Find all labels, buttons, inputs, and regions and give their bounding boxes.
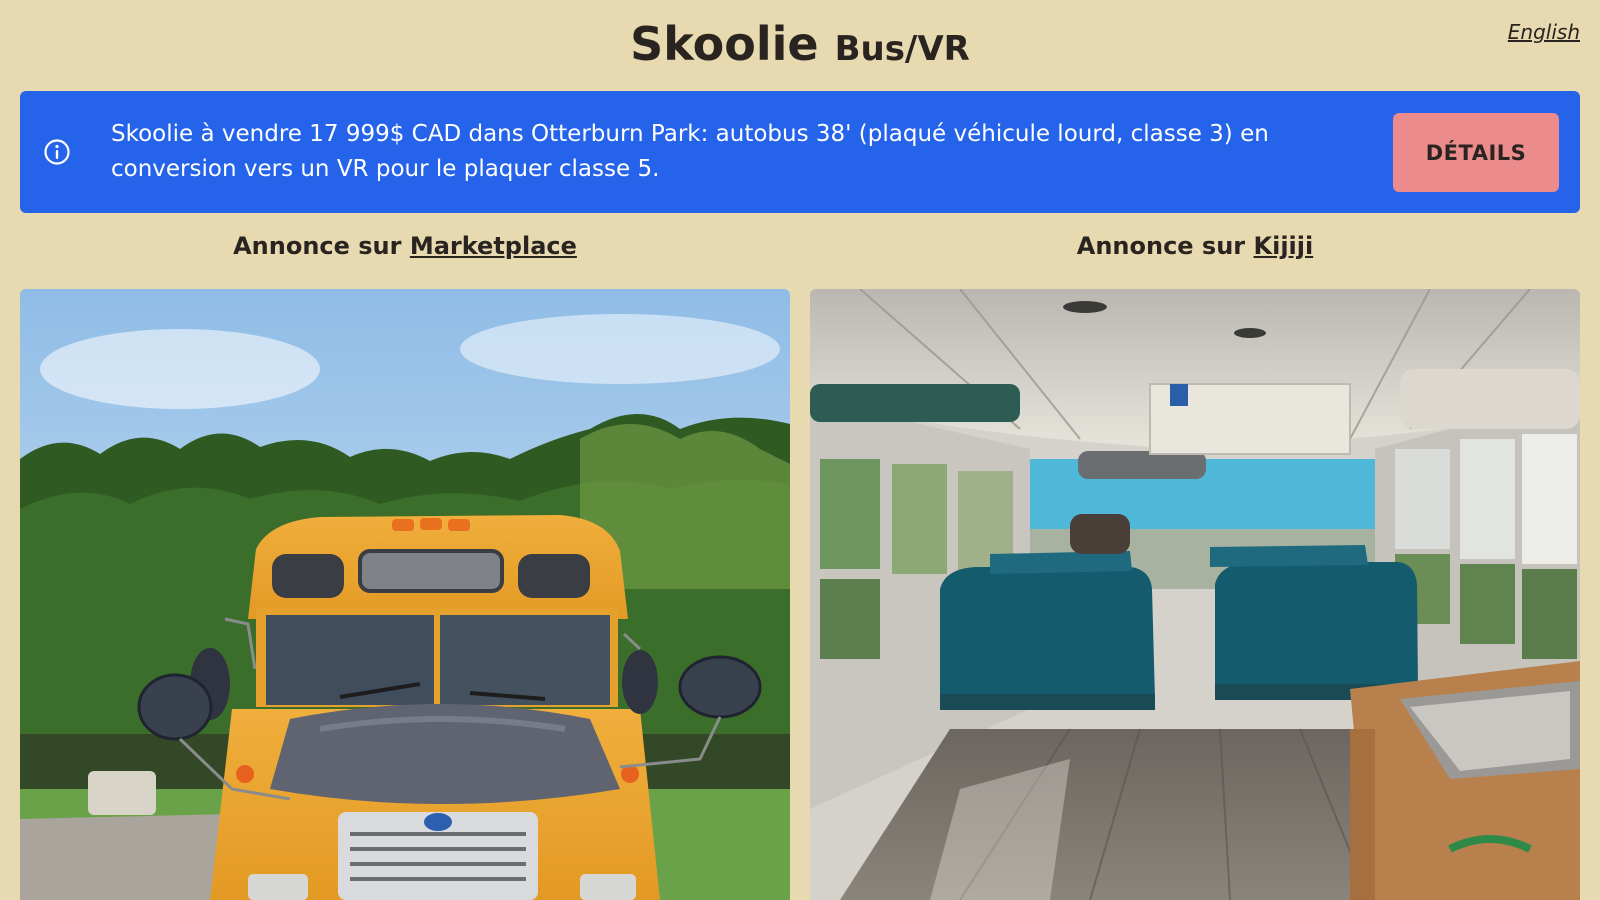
site-title-sub: Bus/VR — [834, 29, 970, 69]
bus-exterior-photo[interactable] — [20, 289, 790, 900]
details-button[interactable]: DÉTAILS — [1393, 113, 1559, 192]
page-header: Skoolie Bus/VR English — [0, 0, 1600, 90]
listing-prefix: Annonce sur — [233, 232, 410, 260]
info-circle-icon — [42, 137, 72, 167]
language-switch-link[interactable]: English — [1508, 20, 1580, 44]
listing-prefix: Annonce sur — [1076, 232, 1254, 260]
banner-message: Skoolie à vendre 17 999$ CAD dans Otterb… — [111, 121, 1269, 182]
listing-heading-kijiji: Annonce sur Kijiji — [810, 232, 1580, 260]
site-title: Skoolie Bus/VR — [0, 14, 1600, 79]
info-banner: Skoolie à vendre 17 999$ CAD dans Otterb… — [20, 91, 1580, 213]
site-title-main: Skoolie — [630, 17, 819, 71]
bus-interior-photo[interactable] — [810, 289, 1580, 900]
listing-heading-marketplace: Annonce sur Marketplace — [20, 232, 790, 260]
kijiji-link[interactable]: Kijiji — [1254, 232, 1314, 260]
marketplace-link[interactable]: Marketplace — [410, 232, 577, 260]
